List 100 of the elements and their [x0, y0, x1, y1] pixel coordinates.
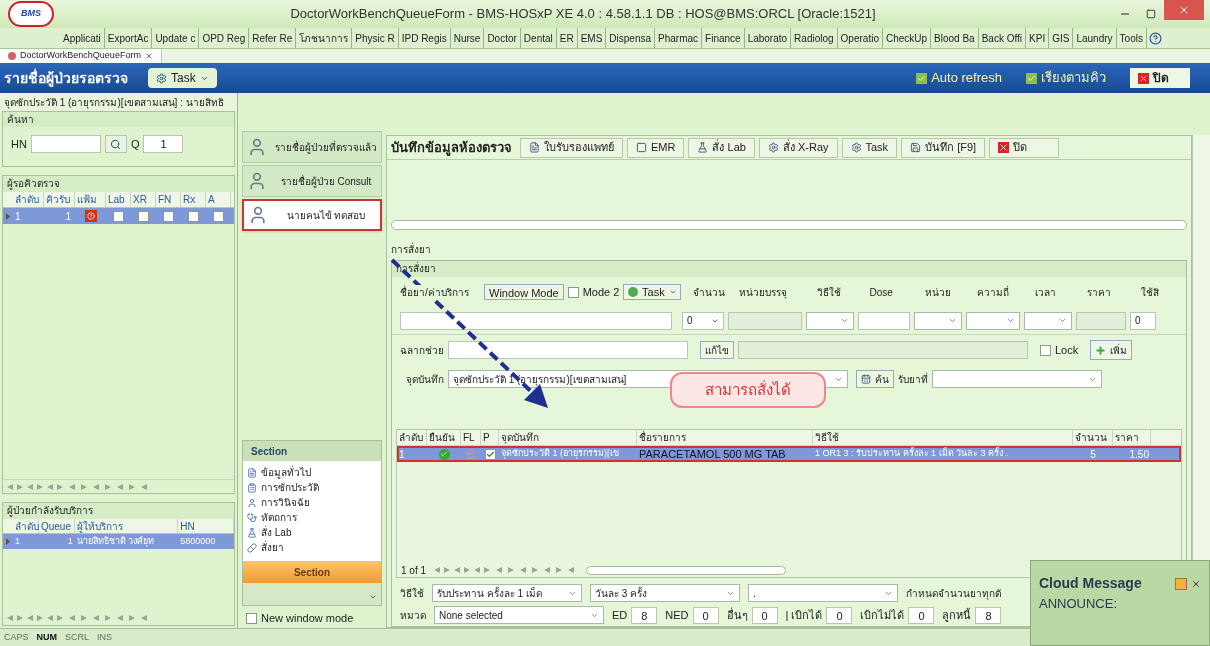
- toolbar-icon: [697, 142, 709, 153]
- menu-tab[interactable]: Physic R: [352, 28, 399, 48]
- toolbar-button[interactable]: ปิด: [989, 137, 1060, 158]
- frequency-dropdown[interactable]: วันละ 3 ครั้ง: [590, 584, 740, 602]
- menu-tab[interactable]: Finance: [702, 28, 745, 48]
- menu-tab[interactable]: Doctor: [484, 28, 521, 48]
- help-icon[interactable]: [1148, 31, 1162, 45]
- patient-nav-button[interactable]: รายชื่อผู้ป่วยที่ตรวจแล้ว: [242, 131, 382, 163]
- checkbox[interactable]: [163, 210, 174, 222]
- field-label: รับยาที่: [898, 371, 928, 387]
- menu-tab[interactable]: ExportAc: [104, 28, 153, 48]
- menu-tab[interactable]: Update c: [152, 28, 200, 48]
- column-header: ชื่อรายการ: [637, 430, 813, 445]
- gear-icon: [156, 72, 167, 84]
- checkbox[interactable]: [213, 210, 224, 222]
- checkbox[interactable]: [113, 210, 124, 222]
- close-button[interactable]: ปิด: [1130, 68, 1190, 88]
- search-button[interactable]: [104, 135, 127, 153]
- section-item[interactable]: การซักประวัติ: [243, 480, 381, 495]
- menu-tab[interactable]: OPD Reg: [199, 28, 250, 48]
- mode2-checkbox[interactable]: Mode 2: [567, 283, 620, 301]
- dropdown[interactable]: [806, 311, 854, 330]
- horizontal-scrollbar[interactable]: [586, 565, 787, 575]
- checkbox[interactable]: [188, 210, 199, 222]
- table-row[interactable]: 1 จุดซักประวัติ 1 (อายุรกรรม)[เข PARACETAMOL 500 MG TAB 1 OR1 3 : รับประทาน ครั้งละ 1 เม็ด วันละ 3 ครั้ง . 5 1.50: [397, 446, 1181, 462]
- menu-tab[interactable]: ER: [556, 28, 578, 48]
- menu-tab[interactable]: Laundry: [1073, 28, 1117, 48]
- quantity-spinner[interactable]: 0: [682, 311, 724, 330]
- section-item[interactable]: สั่ง Lab: [243, 525, 381, 540]
- checkbox[interactable]: [1026, 72, 1037, 84]
- menu-tab[interactable]: Dental: [520, 28, 557, 48]
- dose-input[interactable]: [858, 311, 910, 330]
- toolbar-button[interactable]: Task: [841, 137, 898, 158]
- menu-tab[interactable]: GIS: [1049, 28, 1074, 48]
- number-input[interactable]: 0: [1130, 311, 1156, 330]
- toolbar-button[interactable]: บันทึก [F9]: [901, 137, 986, 158]
- edit-button[interactable]: แก้ไข: [700, 341, 734, 359]
- menu-tab[interactable]: Nurse: [450, 28, 485, 48]
- dropdown[interactable]: [966, 311, 1020, 330]
- patient-nav-button[interactable]: นายคนไข้ ทดสอบ: [242, 199, 382, 231]
- hn-input[interactable]: [30, 135, 101, 153]
- menu-tab[interactable]: Dispensa: [606, 28, 656, 48]
- lock-checkbox[interactable]: Lock: [1040, 341, 1079, 359]
- toolbar-button[interactable]: ใบรับรองแพทย์: [520, 137, 623, 158]
- find-button[interactable]: ค้น: [856, 370, 894, 388]
- checkbox[interactable]: [567, 286, 579, 298]
- task-button[interactable]: Task: [148, 68, 217, 88]
- dropdown[interactable]: [1024, 311, 1072, 330]
- column-header: จุดบันทึก: [499, 430, 637, 445]
- checkbox[interactable]: [138, 210, 149, 222]
- extra-dropdown[interactable]: .: [748, 584, 898, 602]
- menu-tab[interactable]: Blood Ba: [931, 28, 979, 48]
- menu-tab[interactable]: Operatio: [837, 28, 883, 48]
- menu-tab[interactable]: IPD Regis: [398, 28, 451, 48]
- menu-tab[interactable]: CheckUp: [882, 28, 932, 48]
- section-item[interactable]: หัตถการ: [243, 510, 381, 525]
- column-header: จำนวน: [692, 285, 727, 300]
- add-button[interactable]: เพิ่ม: [1090, 340, 1133, 360]
- menu-tab[interactable]: EMS: [577, 28, 607, 48]
- menu-tab[interactable]: Radiolog: [791, 28, 838, 48]
- label-input[interactable]: [448, 341, 688, 359]
- close-icon[interactable]: [144, 52, 153, 60]
- section-item[interactable]: สั่งยา: [243, 540, 381, 555]
- toggle-option[interactable]: Auto refresh: [916, 68, 1002, 88]
- queue-input[interactable]: 1: [143, 135, 184, 153]
- checkbox[interactable]: [484, 448, 496, 460]
- new-window-mode-checkbox[interactable]: New window mode: [238, 608, 386, 628]
- usage-dropdown[interactable]: รับประทาน ครั้งละ 1 เม็ด: [432, 584, 582, 602]
- checkbox[interactable]: [916, 72, 928, 84]
- menu-tab[interactable]: Tools: [1116, 28, 1147, 48]
- section-button[interactable]: Section: [243, 561, 381, 583]
- section-item[interactable]: ข้อมูลทั่วไป: [243, 465, 381, 480]
- horizontal-scrollbar[interactable]: [391, 220, 1187, 230]
- document-tab[interactable]: DoctorWorkBenchQueueForm: [0, 49, 162, 63]
- menu-tab[interactable]: Back Offi: [978, 28, 1027, 48]
- category-dropdown[interactable]: None selected: [434, 606, 604, 624]
- menu-tab[interactable]: Laborato: [744, 28, 792, 48]
- menu-tab[interactable]: Applicati: [60, 28, 105, 48]
- menu-tab[interactable]: โภชนาการ: [296, 28, 353, 48]
- checkbox[interactable]: [246, 612, 257, 624]
- window-mode-button[interactable]: Window Mode: [484, 284, 564, 300]
- toolbar-button[interactable]: สั่ง X-Ray: [758, 137, 838, 158]
- dropdown[interactable]: [914, 311, 962, 330]
- toggle-option[interactable]: เรียงตามคิว: [1026, 68, 1106, 88]
- task-button[interactable]: Task: [623, 284, 682, 300]
- close-icon[interactable]: [1191, 578, 1201, 589]
- checkbox[interactable]: [1040, 344, 1051, 356]
- drug-input[interactable]: [400, 311, 672, 330]
- receive-dropdown[interactable]: [932, 370, 1102, 388]
- patient-nav-button[interactable]: รายชื่อผู้ป่วย Consult: [242, 165, 382, 197]
- header-title: รายชื่อผู้ป่วยรอตรวจ: [4, 67, 128, 89]
- column-header: Dose: [868, 285, 894, 300]
- menu-tab[interactable]: Refer Re: [249, 28, 297, 48]
- toolbar-button[interactable]: EMR: [627, 137, 685, 158]
- toolbar-button[interactable]: สั่ง Lab: [688, 137, 755, 158]
- close-icon: [1178, 4, 1190, 16]
- menu-tab[interactable]: KPI: [1026, 28, 1050, 48]
- menu-tab[interactable]: Pharmac: [655, 28, 703, 48]
- section-item[interactable]: การวินิจฉัย: [243, 495, 381, 510]
- status-indicator: CAPS: [4, 630, 29, 644]
